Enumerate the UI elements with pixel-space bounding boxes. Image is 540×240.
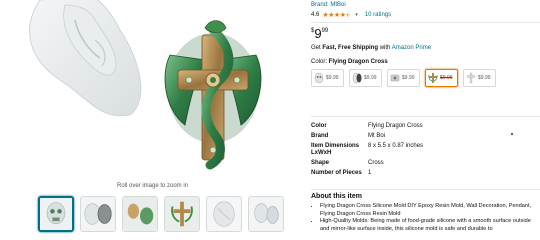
price-whole: 9 <box>314 26 322 41</box>
swatch-price: $9.99 <box>326 75 339 81</box>
swatch-price: $9.99 <box>364 75 377 81</box>
skull-mold-thumbnail-icon <box>40 198 72 230</box>
thumbnail-1[interactable] <box>38 196 74 232</box>
thumbnail-2[interactable] <box>80 196 116 232</box>
spec-value: 1 <box>368 169 372 176</box>
white-mold-thumbnail-icon <box>207 197 241 231</box>
swatch-price: $9.99 <box>478 75 491 81</box>
chevron-down-icon[interactable]: ▾ <box>355 12 358 18</box>
swatch-price: $9.99 <box>440 75 453 81</box>
spec-row: Color Flying Dragon Cross <box>311 121 540 131</box>
rating-value: 4.6 <box>311 12 320 18</box>
thumbnail-5[interactable] <box>206 196 242 232</box>
spec-row: Brand Mt Boi <box>311 131 540 141</box>
spec-value: Flying Dragon Cross <box>368 122 423 129</box>
rating-row: 4.6 ★ ★ ★ ★ ★ ▾ 10 ratings <box>311 11 391 19</box>
color-selection-label: Color: Flying Dragon Cross <box>311 59 388 65</box>
shipping-bold: Fast, Free Shipping <box>322 45 379 51</box>
product-details: Brand: MtBoi 4.6 ★ ★ ★ ★ ★ ▾ 10 ratings … <box>311 0 540 240</box>
divider <box>311 22 540 23</box>
star-rating[interactable]: ★ ★ ★ ★ ★ <box>322 11 351 19</box>
dragon-cross-thumbnail-icon <box>165 197 199 231</box>
feature-bullets: Flying Dragon Cross Silicone Mold DIY Ep… <box>311 203 540 233</box>
spec-key: Brand <box>311 132 329 139</box>
feature-bullet: High-Quality Molds: Being made of food-g… <box>320 218 540 233</box>
spec-key: Item Dimensions LxWxH <box>311 142 360 156</box>
color-label: Color: <box>311 59 329 65</box>
amazon-prime-link[interactable]: Amazon Prime <box>392 45 431 51</box>
spec-key: Number of Pieces <box>311 169 362 176</box>
shipping-prefix: Get <box>311 45 323 51</box>
spec-row: Shape Cross <box>311 158 540 168</box>
cross-mold-icon <box>467 72 475 84</box>
thumbnail-4[interactable] <box>164 196 200 232</box>
brand-link[interactable]: Brand: MtBoi <box>311 2 346 8</box>
spec-key: Color <box>311 122 327 129</box>
tray-mold-icon <box>390 74 400 82</box>
spec-row: Item Dimensions LxWxH 8 x 5.5 x 0.87 inc… <box>311 141 540 158</box>
swatch-option-4-selected[interactable]: $9.99 <box>425 69 458 87</box>
half-star-icon: ★ <box>345 12 352 19</box>
thumbnail-3[interactable] <box>122 196 158 232</box>
swatch-option-5[interactable]: $9.99 <box>463 69 496 87</box>
swatch-price: $9.99 <box>402 75 415 81</box>
spec-value: 8 x 5.5 x 0.87 inches <box>368 142 424 149</box>
dragon-cross-mold-image <box>29 0 262 170</box>
feature-bullet: Flying Dragon Cross Silicone Mold DIY Ep… <box>320 203 540 218</box>
spec-value: Mt Boi <box>368 132 386 139</box>
mold-detail-thumbnail-icon <box>249 197 283 231</box>
mold-pair-thumbnail-icon <box>81 197 115 231</box>
thumbnail-strip <box>38 196 284 232</box>
color-value: Flying Dragon Cross <box>328 59 388 65</box>
spec-value: Cross <box>368 159 384 166</box>
price: $ 9 99 <box>311 27 328 40</box>
divider <box>311 116 540 117</box>
ratings-count-link[interactable]: 10 ratings <box>365 12 391 18</box>
main-product-image[interactable] <box>0 0 305 180</box>
zoom-hint: Roll over image to zoom in <box>116 183 189 189</box>
spec-key: Shape <box>311 159 330 166</box>
divider <box>311 189 540 190</box>
swatch-option-2[interactable]: $9.99 <box>349 69 382 87</box>
about-this-item-heading: About this item <box>311 193 362 200</box>
swatch-option-1[interactable]: $9.99 <box>311 69 344 87</box>
thumbnail-6[interactable] <box>248 196 284 232</box>
product-spec-table: Color Flying Dragon Cross Brand Mt Boi I… <box>311 121 540 178</box>
color-swatches: $9.99 $9.99 $9.99 $9.99 $9.99 <box>311 69 540 87</box>
dragon-cross-icon <box>428 73 438 83</box>
price-fraction: 99 <box>321 28 329 34</box>
spec-row: Number of Pieces 1 <box>311 168 540 178</box>
shipping-info: Get Fast, Free Shipping with Amazon Prim… <box>311 45 431 51</box>
dot-icon <box>511 133 513 135</box>
product-gallery: Roll over image to zoom in <box>0 0 305 240</box>
shipping-middle: with <box>378 45 392 51</box>
swatch-option-3[interactable]: $9.99 <box>387 69 420 87</box>
skull-mold-icon <box>314 72 324 84</box>
dark-mold-icon <box>352 72 362 84</box>
resin-pieces-thumbnail-icon <box>123 197 157 231</box>
